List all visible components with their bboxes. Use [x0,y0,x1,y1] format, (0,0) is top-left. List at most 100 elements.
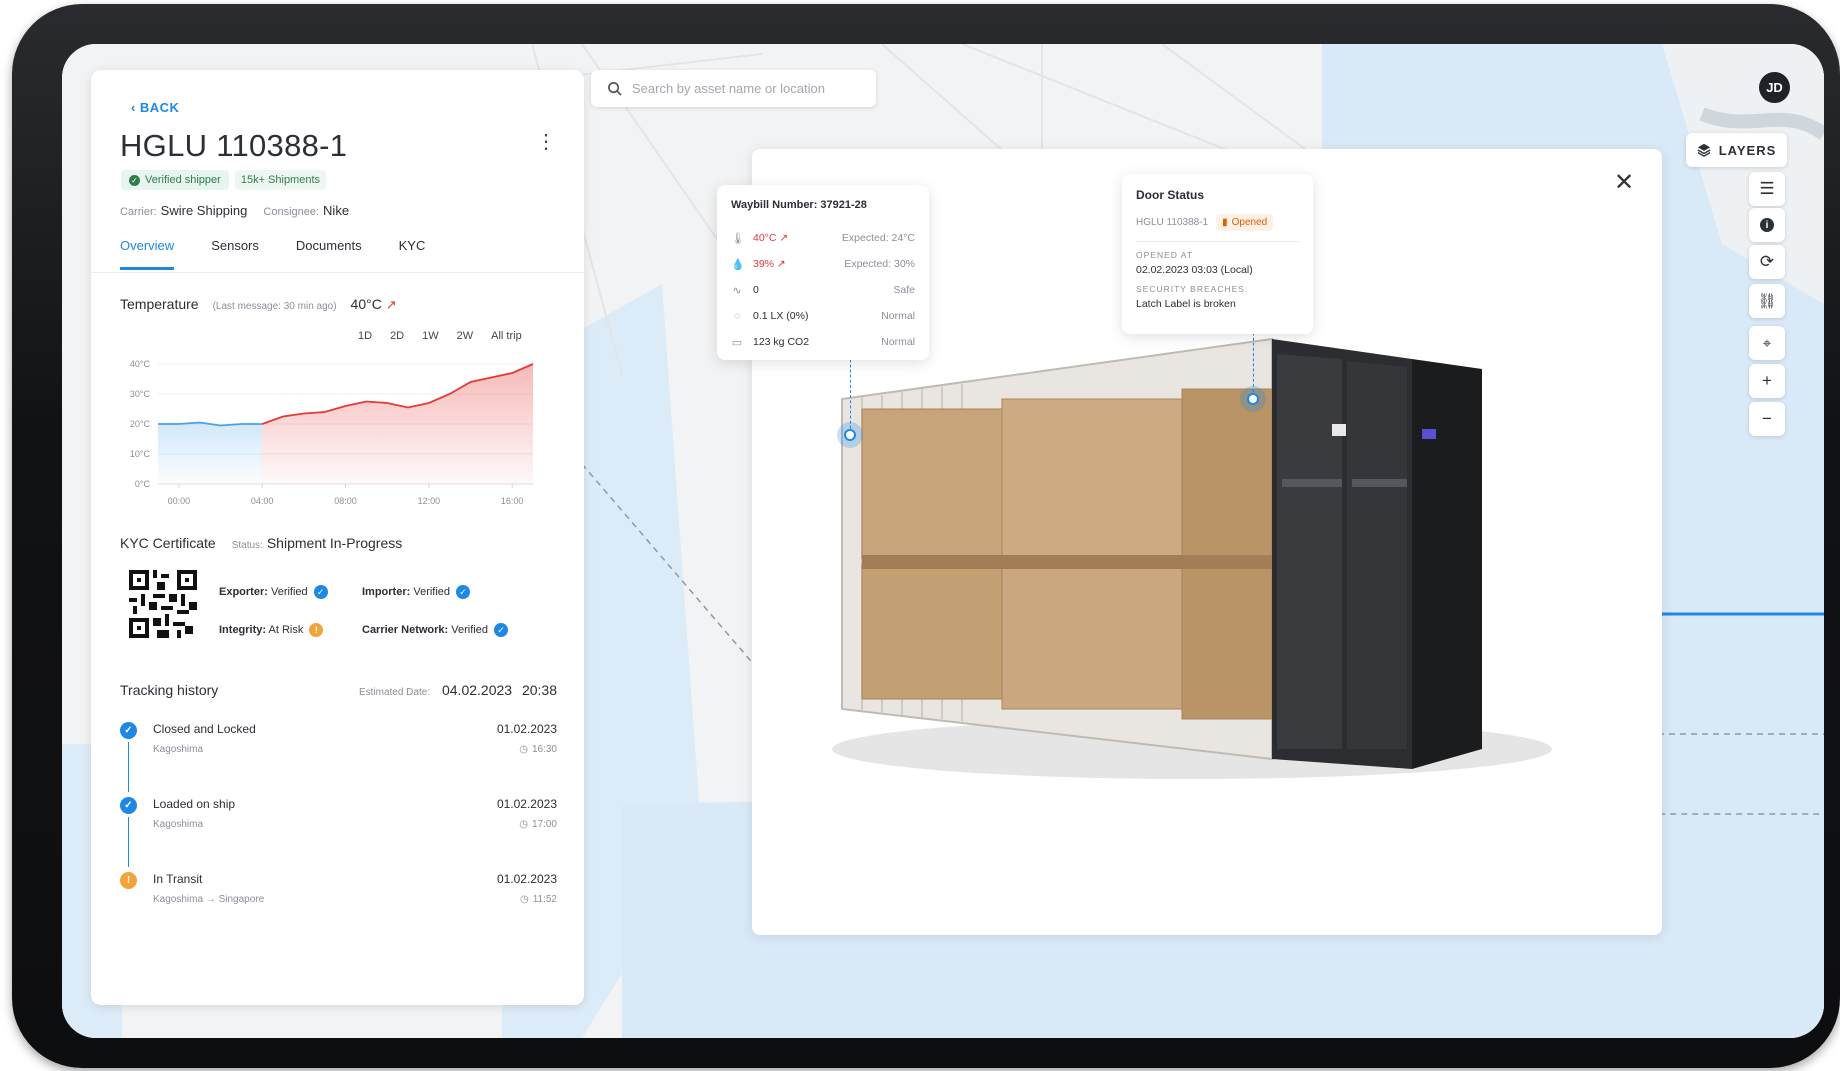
estimated-time: 20:38 [521,682,557,698]
info-icon: i [1760,218,1774,232]
chevron-left-icon: ‹ [131,100,136,115]
zoom-in-icon: + [1762,371,1772,390]
tabs-divider [91,272,584,273]
verified-check-icon: ✓ [456,585,471,599]
door-asset-id: HGLU 110388-1 [1136,217,1209,228]
co2-status: Normal [881,336,915,348]
filter-button[interactable]: ☰ [1749,172,1785,206]
breaches-label: SECURITY BREACHES: [1136,284,1249,294]
kyc-importer: Importer: Verified ✓ [362,585,532,599]
warning-icon: ! [120,872,137,889]
link-icon: ⛓ [1757,293,1777,310]
verified-check-icon: ✓ [313,585,328,599]
locate-button[interactable]: ⌖ [1749,326,1785,360]
list-item[interactable]: ! In Transit Kagoshima → Singapore 01.02… [120,870,557,945]
waybill-row-light: ◌ 0.1 LX (0%) Normal [731,303,915,329]
asset-panel: ‹ BACK HGLU 110388-1 ⋮ ✓ Verified shippe… [91,70,584,1005]
waybill-row-co2: ▭ 123 kg CO2 Normal [731,329,915,355]
door-status-card: Door Status HGLU 110388-1 ▮ Opened OPENE… [1122,174,1313,334]
y-tick-label: 10°C [130,449,151,459]
search-bar[interactable] [591,70,876,107]
waybill-title: Waybill Number: 37921-28 [731,199,867,211]
series-area [262,364,533,484]
clock-icon: ◷ [519,819,528,830]
range-all-trip[interactable]: All trip [491,330,522,342]
refresh-button[interactable]: ⟳ [1749,245,1785,279]
estimated-date: 04.02.2023 [441,682,513,698]
search-input[interactable] [632,81,862,96]
zoom-out-button[interactable]: − [1749,402,1785,436]
list-item[interactable]: ✓ Loaded on ship Kagoshima 01.02.2023 ◷ 1… [120,795,557,870]
tablet-frame: JD LAYERS ☰ i ⟳ ⛓ ⌖ + − [12,4,1840,1068]
humidity-value: 39% ↗ [753,258,786,270]
carrier-label: Carrier: [120,206,157,218]
door-sensor-pin[interactable] [1240,386,1266,412]
range-2w[interactable]: 2W [457,330,474,342]
x-tick-label: 08:00 [334,496,357,506]
kyc-status-label: Status: [231,540,263,551]
shock-status: Safe [893,284,915,296]
search-icon [608,82,622,96]
thermometer-icon: 🌡 [731,232,745,245]
verified-label: Verified shipper [145,174,221,186]
tab-kyc[interactable]: KYC [399,238,426,270]
avatar[interactable]: JD [1759,72,1790,103]
locate-icon: ⌖ [1762,334,1772,352]
tab-sensors[interactable]: Sensors [211,238,259,270]
layers-icon [1697,143,1711,157]
tab-overview[interactable]: Overview [120,238,175,270]
tracking-title: Tracking history [120,682,219,698]
refresh-icon: ⟳ [1759,252,1775,271]
opened-at-value: 02.02.2023 03:03 (Local) [1136,264,1253,276]
current-temperature: 40°C [350,296,382,312]
trend-up-icon: ↗ [385,297,397,312]
opened-at-label: OPENED AT [1136,250,1194,260]
range-1d[interactable]: 1D [358,330,372,342]
light-value: 0.1 LX (0%) [753,310,809,322]
waybill-row-shock: ∿ 0 Safe [731,277,915,303]
kyc-status-value: Shipment In-Progress [266,535,403,551]
info-button[interactable]: i [1749,208,1785,242]
sliders-icon: ☰ [1759,179,1775,198]
humidity-expected: Expected: 30% [844,258,915,270]
temperature-chart: 0°C 10°C 20°C 30°C 40°C 00:00 04:00 08:00 12:00 1… [130,359,534,506]
layers-label: LAYERS [1718,142,1777,158]
close-icon[interactable]: ✕ [1614,168,1634,197]
y-tick-label: 0°C [135,479,151,489]
more-options-icon[interactable]: ⋮ [536,132,556,152]
zoom-in-button[interactable]: + [1749,364,1785,398]
waybill-row-humidity: 💧 39% ↗ Expected: 30% [731,251,915,277]
screen: JD LAYERS ☰ i ⟳ ⛓ ⌖ + − [62,44,1824,1038]
range-2d[interactable]: 2D [390,330,404,342]
warning-icon: ! [309,623,324,637]
back-button[interactable]: ‹ BACK [131,100,179,115]
shock-icon: ∿ [732,284,742,297]
y-tick-label: 40°C [130,359,151,369]
verified-check-icon: ✓ [493,623,508,637]
door-status-value: Opened [1231,217,1268,228]
layers-button[interactable]: LAYERS [1686,133,1787,167]
tracking-timeline: ✓ Closed and Locked Kagoshima 01.02.2023… [120,720,557,945]
last-message: (Last message: 30 min ago) [212,301,337,312]
shock-value: 0 [753,284,759,296]
series-area [158,422,263,484]
link-button[interactable]: ⛓ [1749,284,1785,318]
tab-documents[interactable]: Documents [296,238,362,270]
x-tick-label: 12:00 [418,496,441,506]
consignee-label: Consignee: [263,206,320,218]
range-1w[interactable]: 1W [422,330,439,342]
door-status-title: Door Status [1136,188,1205,202]
qr-code[interactable] [129,570,197,638]
door-status-badge: ▮ Opened [1216,214,1274,231]
check-icon: ✓ [120,722,137,739]
kyc-title: KYC Certificate [120,535,216,551]
consignee-value: Nike [323,203,350,218]
shipments-badge: 15k+ Shipments [234,170,327,190]
x-tick-label: 16:00 [501,496,524,506]
clock-icon: ◷ [519,744,528,755]
list-item[interactable]: ✓ Closed and Locked Kagoshima 01.02.2023… [120,720,557,795]
carrier-value: Swire Shipping [160,203,248,218]
sensor-pin[interactable] [837,422,863,448]
check-icon: ✓ [129,174,140,186]
x-tick-label: 04:00 [251,496,274,506]
